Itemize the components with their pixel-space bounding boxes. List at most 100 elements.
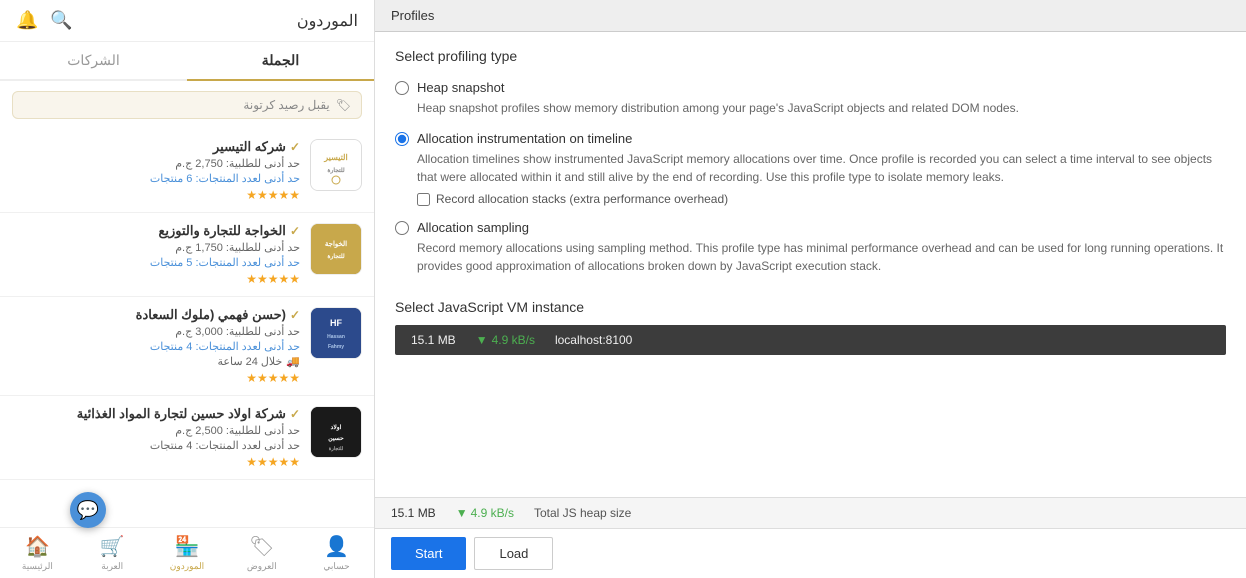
svg-text:Fahmy: Fahmy [328,344,344,350]
speed-arrow-icon: ▼ [456,506,468,520]
vendor-list: التيسير للتجارة ✓ شركه التيسير حد أدنى ل… [0,129,374,527]
account-icon: 👤 [324,534,349,559]
nav-label: العربة [101,561,123,572]
vendor-min-order: حد أدنى للطلبية: 2,500 ج.م [12,424,300,437]
allocation-instrumentation-label[interactable]: Allocation instrumentation on timeline [395,131,1226,146]
nav-label: العروض [247,561,277,572]
vendors-icon: 🏪 [175,534,200,559]
heap-snapshot-title: Heap snapshot [417,80,504,95]
vendor-info: ✓ شركة اولاد حسين لتجارة المواد الغذائية… [12,406,300,469]
action-buttons: Start Load [375,528,1246,578]
heap-snapshot-option: Heap snapshot Heap snapshot profiles sho… [395,80,1226,117]
bottom-stats-bar: 15.1 MB ▼ 4.9 kB/s Total JS heap size [375,497,1246,528]
vendor-name: ✓ الخواجة للتجارة والتوزيع [12,223,300,239]
start-button[interactable]: Start [391,537,466,570]
allocation-sampling-title: Allocation sampling [417,220,529,235]
nav-item-home[interactable]: 🏠 الرئيسية [0,534,75,572]
download-arrow-icon: ▼ [476,333,488,347]
heap-snapshot-radio[interactable] [395,81,409,95]
vendor-info: ✓ شركه التيسير حد أدنى للطلبية: 2,750 ج.… [12,139,300,202]
vendor-stars: ★★★★★ [12,188,300,202]
list-item[interactable]: التيسير للتجارة ✓ شركه التيسير حد أدنى ل… [0,129,374,213]
chat-bubble[interactable]: 💬 [70,492,106,528]
cart-icon: 🛒 [100,534,125,559]
list-item[interactable]: HF Hassan Fahmy ✓ (حسن فهمي (ملوك السعاد… [0,297,374,396]
vendor-min-products: حد أدنى لعدد المنتجات: 4 منتجات [12,340,300,353]
bottom-nav: 🏠 الرئيسية 🛒 العربة 🏪 الموردون 🏷 العروض … [0,527,374,578]
vendor-name: ✓ شركه التيسير [12,139,300,155]
checkbox-row: Record allocation stacks (extra performa… [417,192,1226,206]
allocation-instrumentation-desc: Allocation timelines show instrumented J… [417,150,1226,186]
devtools-panel: Profiles Select profiling type Heap snap… [375,0,1246,578]
vendor-min-products: حد أدنى لعدد المنتجات: 4 منتجات [12,439,300,452]
allocation-sampling-desc: Record memory allocations using sampling… [417,239,1226,275]
allocation-sampling-radio[interactable] [395,221,409,235]
allocation-instrumentation-title: Allocation instrumentation on timeline [417,131,632,146]
tabs-row: الشركات الجملة [0,42,374,81]
svg-text:الخواجة: الخواجة [325,240,347,248]
svg-text:Hassan: Hassan [327,334,345,340]
allocation-instrumentation-radio[interactable] [395,132,409,146]
svg-text:HF: HF [330,318,342,328]
allocation-stacks-label: Record allocation stacks (extra performa… [436,192,728,206]
allocation-instrumentation-option: Allocation instrumentation on timeline A… [395,131,1226,206]
vendor-logo: الخواجة للتجارة [310,223,362,275]
nav-item-account[interactable]: 👤 حسابي [299,534,374,572]
profiles-tab[interactable]: Profiles [375,0,1246,32]
vendor-info: ✓ (حسن فهمي (ملوك السعادة حد أدنى للطلبي… [12,307,300,385]
vendor-logo: اولاد حسين للتجارة [310,406,362,458]
allocation-stacks-checkbox[interactable] [417,193,430,206]
vendor-logo: HF Hassan Fahmy [310,307,362,359]
heap-snapshot-desc: Heap snapshot profiles show memory distr… [417,99,1226,117]
home-icon: 🏠 [25,534,50,559]
heap-size-value: 15.1 MB [391,506,436,520]
vendor-min-products: حد أدنى لعدد المنتجات: 6 منتجات [12,172,300,185]
header-icons: 🔔 🔍 [16,10,73,31]
bell-icon[interactable]: 🔔 [16,10,38,31]
nav-item-vendors[interactable]: 🏪 الموردون [150,534,225,572]
verified-badge: ✓ [290,224,300,238]
profiling-section-title: Select profiling type [395,48,1226,64]
vendor-name: ✓ (حسن فهمي (ملوك السعادة [12,307,300,323]
search-icon[interactable]: 🔍 [50,10,72,31]
vendor-name: ✓ شركة اولاد حسين لتجارة المواد الغذائية [12,406,300,422]
vm-instance-row[interactable]: 15.1 MB ▼ 4.9 kB/s localhost:8100 [395,325,1226,355]
tab-label: Profiles [391,8,434,23]
vm-size: 15.1 MB [411,333,456,347]
heap-size-label: Total JS heap size [534,506,631,520]
list-item[interactable]: الخواجة للتجارة ✓ الخواجة للتجارة والتوز… [0,213,374,297]
allocation-sampling-label[interactable]: Allocation sampling [395,220,1226,235]
svg-text:اولاد: اولاد [331,424,342,431]
vendor-stars: ★★★★★ [12,371,300,385]
vendor-min-order: حد أدنى للطلبية: 3,000 ج.م [12,325,300,338]
offers-icon: 🏷 [249,534,274,559]
vendor-min-order: حد أدنى للطلبية: 1,750 ج.م [12,241,300,254]
list-item[interactable]: اولاد حسين للتجارة ✓ شركة اولاد حسين لتج… [0,396,374,480]
vm-speed: ▼ 4.9 kB/s [476,333,535,347]
search-label: يقبل رصيد كرتونة [243,98,329,112]
page-title: الموردون [297,11,358,31]
svg-text:للتجارة: للتجارة [329,446,344,452]
nav-label: الرئيسية [22,561,53,572]
filter-icon: 🏷 [336,98,351,112]
mobile-header: 🔔 🔍 الموردون [0,0,374,42]
nav-item-offers[interactable]: 🏷 العروض [224,534,299,572]
heap-speed: ▼ 4.9 kB/s [456,506,514,520]
verified-badge: ✓ [290,140,300,154]
svg-text:للتجارة: للتجارة [327,167,345,174]
nav-item-cart[interactable]: 🛒 العربة [75,534,150,572]
vendor-delivery: 🚚 خلال 24 ساعة [12,355,300,368]
tab-companies[interactable]: الشركات [0,42,187,79]
vm-url: localhost:8100 [555,333,632,347]
vendor-info: ✓ الخواجة للتجارة والتوزيع حد أدنى للطلب… [12,223,300,286]
svg-text:التيسير: التيسير [323,153,347,163]
nav-label: حسابي [323,561,349,572]
vendor-min-products: حد أدنى لعدد المنتجات: 5 منتجات [12,256,300,269]
search-bar[interactable]: 🏷 يقبل رصيد كرتونة [12,91,362,119]
nav-label: الموردون [170,561,204,572]
vendor-min-order: حد أدنى للطلبية: 2,750 ج.م [12,157,300,170]
load-button[interactable]: Load [474,537,553,570]
heap-snapshot-label[interactable]: Heap snapshot [395,80,1226,95]
verified-badge: ✓ [290,407,300,421]
tab-wholesale[interactable]: الجملة [187,42,374,81]
